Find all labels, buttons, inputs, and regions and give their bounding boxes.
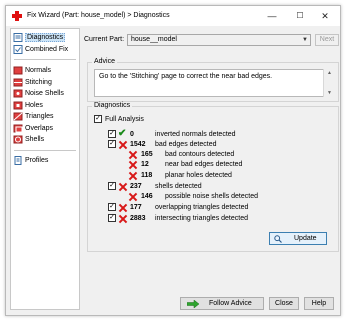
- fix-wizard-window: Fix Wizard (Part: house_model) > Diagnos…: [5, 5, 341, 316]
- help-button[interactable]: Help: [304, 297, 334, 310]
- error-x-icon: [119, 183, 127, 191]
- row-checkbox-shells[interactable]: ✓: [108, 182, 116, 190]
- sidebar-item-normals[interactable]: Normals: [13, 65, 77, 76]
- stitching-icon: [13, 78, 23, 87]
- row-count: 12: [141, 161, 149, 168]
- profiles-icon: [14, 155, 22, 165]
- row-count: 237: [130, 183, 142, 190]
- overlaps-icon: [13, 124, 23, 133]
- sidebar-item-label: Normals: [25, 67, 52, 74]
- row-label: overlapping triangles detected: [155, 204, 249, 211]
- sidebar-item-combined-fix[interactable]: Combined Fix: [13, 44, 77, 55]
- maximize-button[interactable]: ☐: [287, 9, 313, 23]
- advice-scrollbar[interactable]: ▲ ▼: [323, 69, 335, 97]
- row-count: 2883: [130, 215, 146, 222]
- row-label: bad contours detected: [165, 151, 235, 158]
- sidebar-item-profiles[interactable]: Profiles: [13, 155, 77, 166]
- row-label: shells detected: [155, 183, 202, 190]
- advice-text-box: Go to the 'Stitching' page to correct th…: [94, 69, 335, 97]
- error-x-icon: [119, 141, 127, 149]
- holes-icon: [13, 101, 23, 110]
- sidebar-item-label: Triangles: [25, 113, 54, 120]
- window-title: Fix Wizard (Part: house_model) > Diagnos…: [27, 12, 170, 19]
- scroll-up-icon[interactable]: ▲: [324, 70, 335, 76]
- row-label: bad edges detected: [155, 141, 217, 148]
- sidebar-item-noise-shells[interactable]: Noise Shells: [13, 88, 77, 99]
- sidebar-divider: [14, 150, 76, 151]
- advice-text: Go to the 'Stitching' page to correct th…: [99, 73, 273, 80]
- sidebar-item-label: Profiles: [25, 157, 49, 164]
- row-label: possible noise shells detected: [165, 193, 259, 200]
- sidebar-item-triangles[interactable]: Triangles: [13, 111, 77, 122]
- scroll-down-icon[interactable]: ▼: [324, 90, 335, 96]
- sidebar-divider: [14, 59, 76, 60]
- next-button[interactable]: Next: [315, 34, 339, 46]
- current-part-label: Current Part:: [84, 36, 125, 43]
- row-label: inverted normals detected: [155, 131, 236, 138]
- error-x-icon: [129, 172, 137, 180]
- sidebar: Diagnostics Combined Fix Normals Stitchi…: [10, 28, 80, 310]
- row-checkbox-intersecting-triangles[interactable]: ✓: [108, 214, 116, 222]
- check-icon: ✔: [118, 128, 127, 139]
- follow-advice-button[interactable]: Follow Advice: [180, 297, 264, 310]
- row-label: planar holes detected: [165, 172, 232, 179]
- triangles-icon: [13, 112, 23, 121]
- magnifier-icon: [274, 235, 282, 243]
- noise-shells-icon: [13, 89, 23, 98]
- row-label: intersecting triangles detected: [155, 215, 248, 222]
- error-x-icon: [129, 151, 137, 159]
- row-checkbox-bad-edges[interactable]: ✓: [108, 140, 116, 148]
- sidebar-item-stitching[interactable]: Stitching: [13, 77, 77, 88]
- follow-advice-label: Follow Advice: [209, 300, 252, 307]
- row-checkbox-inverted-normals[interactable]: ✓: [108, 130, 116, 138]
- green-arrow-icon: [187, 300, 199, 308]
- diagnostics-title: Diagnostics: [92, 102, 133, 109]
- current-part-value: house__model: [131, 36, 177, 43]
- sidebar-item-overlaps[interactable]: Overlaps: [13, 123, 77, 134]
- row-count: 146: [141, 193, 153, 200]
- row-count: 165: [141, 151, 153, 158]
- shells-icon: [13, 135, 23, 144]
- sidebar-item-holes[interactable]: Holes: [13, 100, 77, 111]
- error-x-icon: [129, 161, 137, 169]
- sidebar-item-label: Shells: [25, 136, 45, 143]
- row-count: 1542: [130, 141, 146, 148]
- sidebar-item-shells[interactable]: Shells: [13, 134, 77, 145]
- close-window-button[interactable]: ✕: [312, 9, 338, 23]
- title-bar: Fix Wizard (Part: house_model) > Diagnos…: [6, 6, 340, 26]
- error-x-icon: [119, 204, 127, 212]
- error-x-icon: [129, 193, 137, 201]
- close-button[interactable]: Close: [269, 297, 299, 310]
- sidebar-item-diagnostics[interactable]: Diagnostics: [13, 32, 77, 43]
- full-analysis-label: Full Analysis: [105, 116, 144, 123]
- sidebar-item-label: Holes: [25, 102, 43, 109]
- advice-title: Advice: [92, 58, 118, 65]
- row-checkbox-overlapping-triangles[interactable]: ✓: [108, 203, 116, 211]
- error-x-icon: [119, 215, 127, 223]
- combined-fix-icon: [13, 44, 23, 54]
- row-count: 118: [141, 172, 153, 179]
- diagnostics-icon: [13, 32, 23, 42]
- normals-icon: [13, 66, 23, 75]
- update-button[interactable]: Update: [269, 232, 327, 245]
- red-cross-app-icon: [12, 11, 22, 21]
- row-count: 0: [130, 131, 134, 138]
- current-part-select[interactable]: house__model ▼: [127, 34, 311, 46]
- row-label: near bad edges detected: [165, 161, 243, 168]
- row-count: 177: [130, 204, 142, 211]
- sidebar-item-label: Combined Fix: [25, 46, 69, 53]
- sidebar-item-label: Overlaps: [25, 125, 54, 132]
- full-analysis-checkbox[interactable]: ✓: [94, 115, 102, 123]
- sidebar-item-label: Noise Shells: [25, 90, 64, 97]
- minimize-button[interactable]: —: [259, 9, 285, 23]
- sidebar-item-label: Stitching: [25, 79, 52, 86]
- sidebar-item-label: Diagnostics: [25, 33, 66, 42]
- update-label: Update: [294, 235, 317, 242]
- chevron-down-icon: ▼: [302, 37, 308, 43]
